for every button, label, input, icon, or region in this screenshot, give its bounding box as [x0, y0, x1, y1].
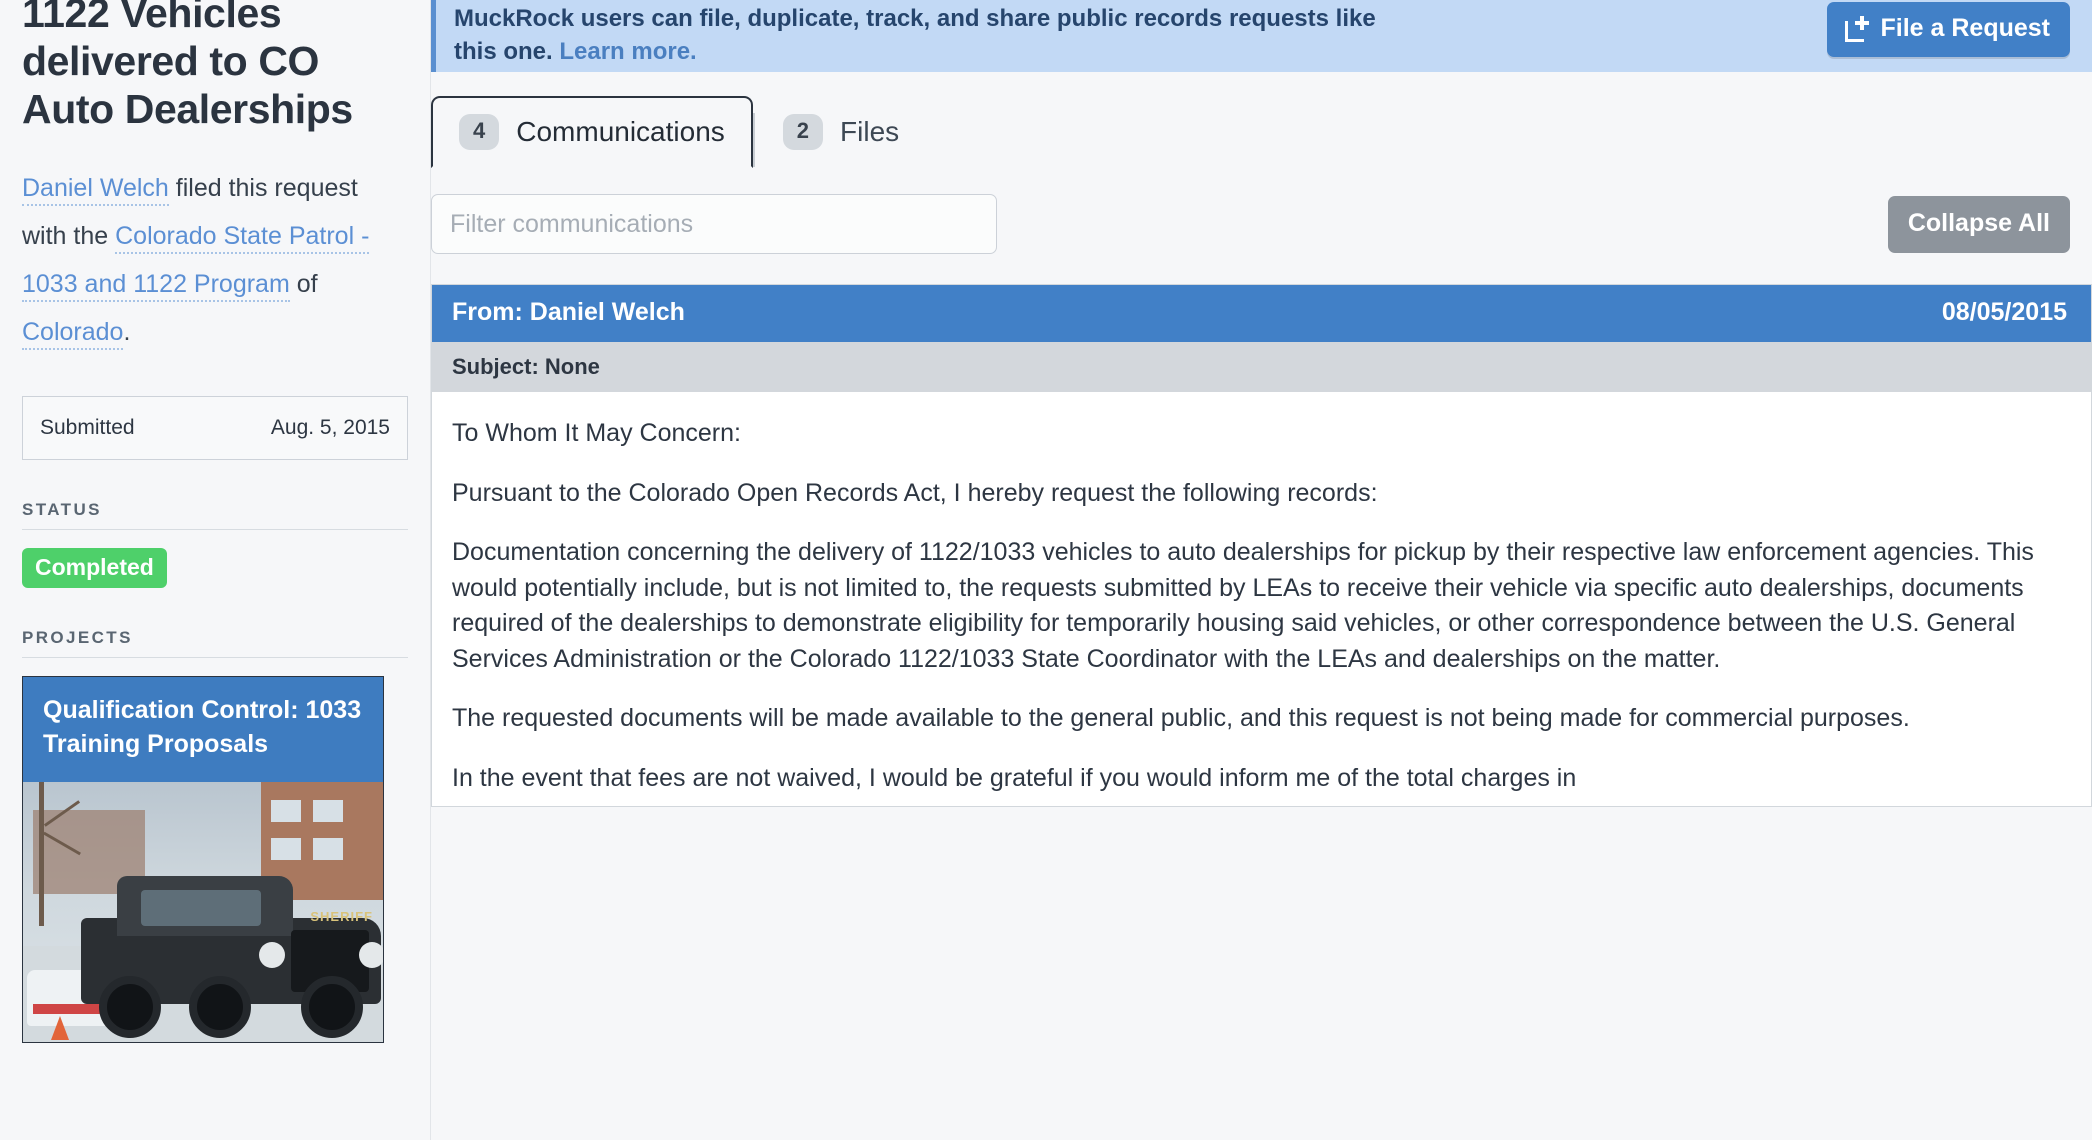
armored-vehicle: SHERIFF: [81, 872, 383, 1038]
project-card[interactable]: Qualification Control: 1033 Training Pro…: [22, 676, 384, 1043]
submitted-value: Aug. 5, 2015: [270, 415, 390, 439]
submitted-label: Submitted: [40, 415, 135, 439]
files-count-badge: 2: [782, 114, 824, 150]
tab-communications-label: Communications: [516, 116, 725, 147]
request-sidebar: 1122 Vehicles delivered to CO Auto Deale…: [0, 0, 430, 1140]
info-banner: MuckRock users can file, duplicate, trac…: [431, 0, 2092, 72]
file-a-request-button[interactable]: File a Request: [1826, 2, 2070, 57]
traffic-cone: [51, 1015, 69, 1040]
communication-header[interactable]: From: Daniel Welch 08/05/2015: [432, 285, 2091, 342]
learn-more-link[interactable]: Learn more.: [559, 38, 696, 65]
status-section-heading: STATUS: [22, 500, 408, 530]
communication-body: To Whom It May Concern: Pursuant to the …: [432, 392, 2091, 806]
tab-communications[interactable]: 4 Communications: [431, 96, 753, 168]
communication-item: From: Daniel Welch 08/05/2015 Subject: N…: [431, 284, 2092, 807]
project-card-image: SHERIFF: [23, 781, 383, 1042]
vehicle-marking: SHERIFF: [310, 908, 373, 924]
main-content: MuckRock users can file, duplicate, trac…: [430, 0, 2092, 1140]
tab-bar: 4 Communications 2 Files: [431, 96, 2092, 168]
communication-subject: Subject: None: [432, 342, 2091, 392]
request-detail-page: 1122 Vehicles delivered to CO Auto Deale…: [0, 0, 2092, 1140]
project-card-title: Qualification Control: 1033 Training Pro…: [23, 677, 383, 782]
communication-paragraph: Pursuant to the Colorado Open Records Ac…: [452, 478, 1378, 507]
status-row: Completed: [22, 547, 408, 589]
author-link[interactable]: Daniel Welch: [22, 173, 169, 206]
projects-section-heading: PROJECTS: [22, 628, 408, 659]
file-a-request-label: File a Request: [1880, 14, 2051, 42]
request-byline: Daniel Welch filed this request with the…: [22, 164, 408, 356]
page-title: 1122 Vehicles delivered to CO Auto Deale…: [22, 0, 353, 132]
communication-date: 08/05/2015: [1941, 298, 2067, 326]
file-plus-icon: [1844, 15, 1869, 42]
communication-paragraph: To Whom It May Concern:: [452, 419, 741, 447]
byline-period: .: [123, 317, 131, 346]
filter-communications-input[interactable]: [431, 194, 997, 254]
collapse-all-button[interactable]: Collapse All: [1887, 195, 2070, 253]
bare-tree: [39, 781, 44, 926]
info-banner-text: MuckRock users can file, duplicate, trac…: [454, 3, 1414, 68]
tab-files-label: Files: [840, 116, 900, 147]
jurisdiction-link[interactable]: Colorado: [22, 317, 124, 350]
communication-paragraph: Documentation concerning the delivery of…: [452, 538, 2034, 673]
communication-from: From: Daniel Welch: [452, 298, 685, 326]
status-badge: Completed: [22, 547, 167, 589]
tab-files[interactable]: 2 Files: [755, 96, 927, 168]
byline-of-text: of: [289, 269, 318, 298]
communication-paragraph: In the event that fees are not waived, I…: [452, 763, 1577, 792]
communications-toolbar: Collapse All: [431, 168, 2092, 254]
communication-paragraph: The requested documents will be made ava…: [452, 704, 1910, 732]
submitted-meta-box: Submitted Aug. 5, 2015: [22, 395, 408, 460]
communications-count-badge: 4: [459, 114, 500, 150]
